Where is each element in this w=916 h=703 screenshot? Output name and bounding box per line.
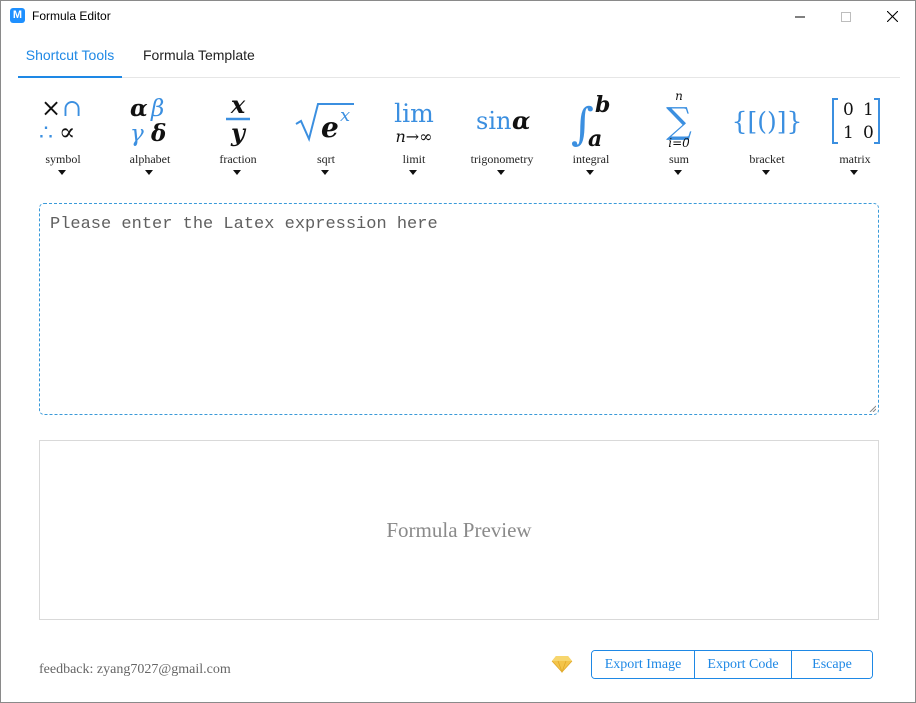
diamond-icon[interactable] <box>551 655 573 673</box>
tool-label-matrix: matrix <box>839 152 871 166</box>
svg-text:i=0: i=0 <box>668 136 690 149</box>
tab-shortcut-tools[interactable]: Shortcut Tools <box>18 38 122 78</box>
symbol-icon: × ∩ ∴ ∝ <box>39 94 82 146</box>
sqrt-icon: e x <box>295 103 354 144</box>
latex-editor <box>39 203 879 415</box>
svg-text:β: β <box>150 96 164 122</box>
bracket-icon: {[()]} <box>732 107 803 136</box>
dropdown-arrow-icon[interactable] <box>58 170 66 175</box>
preview-placeholder: Formula Preview <box>386 518 532 542</box>
tool-bracket[interactable]: {[()]} bracket <box>725 87 809 182</box>
dropdown-arrow-icon[interactable] <box>145 170 153 175</box>
svg-text:{[()]}: {[()]} <box>732 107 803 136</box>
svg-text:a: a <box>588 126 602 149</box>
tool-label-sum: sum <box>668 152 689 166</box>
tool-label-limit: limit <box>402 152 426 166</box>
sum-icon: n ∑ i=0 <box>666 89 692 149</box>
svg-text:α: α <box>512 106 530 135</box>
dropdown-arrow-icon[interactable] <box>409 170 417 175</box>
svg-text:1: 1 <box>863 100 874 120</box>
tab-formula-template[interactable]: Formula Template <box>143 38 255 78</box>
matrix-icon: 0 1 1 0 <box>832 98 880 144</box>
tool-fraction[interactable]: x y fraction <box>196 87 280 182</box>
close-icon <box>886 11 898 22</box>
tool-label-trigonometry: trigonometry <box>470 152 534 166</box>
resize-grip-icon[interactable] <box>869 405 876 412</box>
dropdown-arrow-icon[interactable] <box>321 170 329 175</box>
svg-text:0: 0 <box>863 123 874 143</box>
svg-text:lim: lim <box>394 99 434 128</box>
maximize-icon <box>841 11 851 22</box>
tool-sum[interactable]: n ∑ i=0 sum <box>637 87 721 182</box>
dropdown-arrow-icon[interactable] <box>762 170 770 175</box>
formula-editor-window: M Formula Editor Shortcut Tools Formula … <box>0 0 916 703</box>
tool-alphabet[interactable]: α β γ δ alphabet <box>108 87 192 182</box>
tool-trigonometry[interactable]: sin α trigonometry <box>460 87 544 182</box>
tool-symbol[interactable]: × ∩ ∴ ∝ symbol <box>21 87 105 182</box>
export-code-button[interactable]: Export Code <box>695 651 792 678</box>
app-logo-icon: M <box>10 8 25 23</box>
svg-text:δ: δ <box>150 120 166 147</box>
tab-bar: Shortcut Tools Formula Template <box>18 38 900 78</box>
dropdown-arrow-icon[interactable] <box>674 170 682 175</box>
minimize-icon <box>795 16 805 17</box>
dropdown-arrow-icon[interactable] <box>850 170 858 175</box>
svg-text:x: x <box>230 90 246 119</box>
integral-icon: ∫ b a <box>571 92 610 149</box>
tool-label-symbol: symbol <box>45 152 81 166</box>
export-image-button[interactable]: Export Image <box>592 651 695 678</box>
svg-text:0: 0 <box>843 100 854 120</box>
latex-input[interactable] <box>40 204 878 414</box>
svg-text:α: α <box>130 95 148 122</box>
svg-text:∝: ∝ <box>59 118 75 146</box>
svg-text:e: e <box>321 111 339 144</box>
dropdown-arrow-icon[interactable] <box>233 170 241 175</box>
shortcut-toolbar: × ∩ ∴ ∝ symbol α β γ δ alphabet x y frac… <box>21 87 901 182</box>
fraction-icon: x y <box>226 90 250 147</box>
svg-text:n→∞: n→∞ <box>395 127 432 146</box>
minimize-button[interactable] <box>777 1 823 32</box>
alphabet-icon: α β γ δ <box>130 95 166 147</box>
formula-preview: Formula Preview <box>39 440 879 620</box>
tool-label-bracket: bracket <box>749 152 785 166</box>
trigonometry-icon: sin α <box>476 106 530 135</box>
tool-label-integral: integral <box>572 152 610 166</box>
window-title: Formula Editor <box>32 9 111 23</box>
tool-limit[interactable]: lim n→∞ limit <box>372 87 456 182</box>
svg-text:γ: γ <box>130 121 144 147</box>
export-button-group: Export Image Export Code Escape <box>591 650 873 679</box>
tool-integral[interactable]: ∫ b a integral <box>549 87 633 182</box>
escape-button[interactable]: Escape <box>792 651 872 678</box>
maximize-button[interactable] <box>823 1 869 32</box>
svg-text:sin: sin <box>476 107 511 135</box>
svg-text:∴: ∴ <box>39 121 53 146</box>
title-bar: M Formula Editor <box>1 1 915 32</box>
tool-label-alphabet: alphabet <box>129 152 171 166</box>
svg-text:x: x <box>340 105 350 126</box>
svg-text:1: 1 <box>843 123 854 143</box>
tool-sqrt[interactable]: e x sqrt <box>284 87 368 182</box>
tool-label-fraction: fraction <box>219 152 257 166</box>
tool-matrix[interactable]: 0 1 1 0 matrix <box>813 87 897 182</box>
svg-text:y: y <box>230 118 247 147</box>
close-button[interactable] <box>869 1 915 32</box>
svg-text:b: b <box>595 92 610 118</box>
dropdown-arrow-icon[interactable] <box>497 170 505 175</box>
tool-label-sqrt: sqrt <box>317 152 335 166</box>
feedback-text: feedback: zyang7027@gmail.com <box>39 662 231 677</box>
dropdown-arrow-icon[interactable] <box>586 170 594 175</box>
limit-icon: lim n→∞ <box>394 99 434 146</box>
